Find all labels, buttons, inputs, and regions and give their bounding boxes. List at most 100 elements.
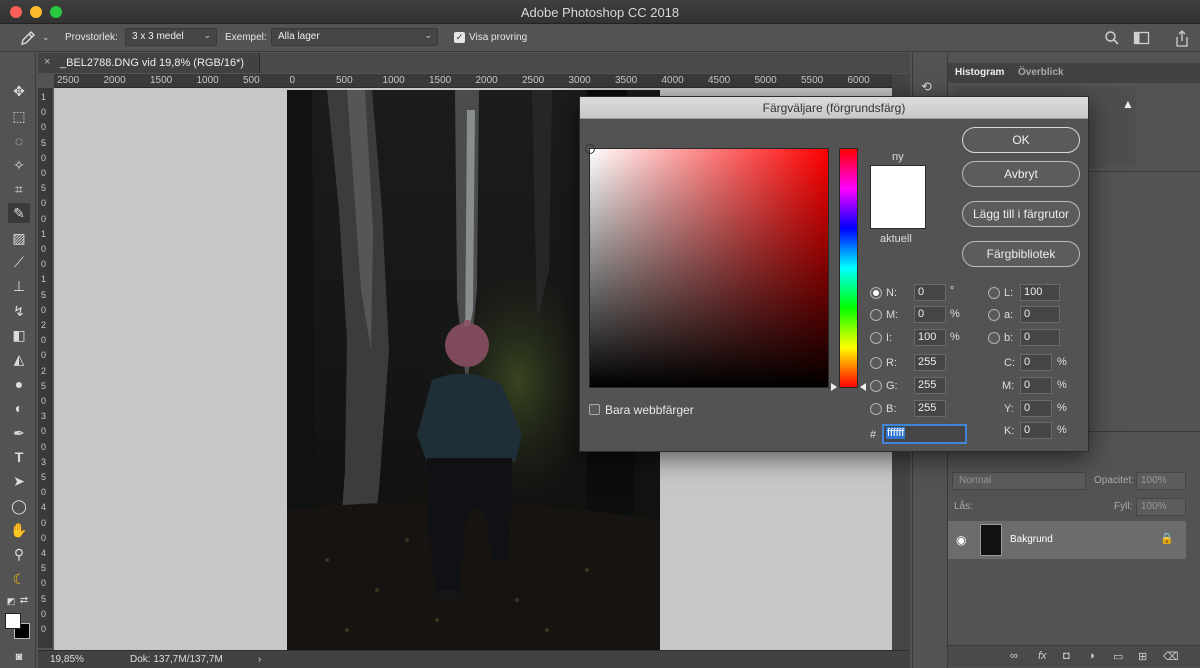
ruler-tick-label: 3000 bbox=[568, 75, 591, 86]
status-menu-arrow[interactable]: › bbox=[258, 654, 261, 665]
green-radio[interactable] bbox=[870, 380, 882, 392]
healing-brush-tool-icon[interactable]: ▨ bbox=[8, 228, 30, 248]
ruler-tick-label: 0 bbox=[41, 350, 47, 361]
path-selection-tool-icon[interactable]: ➤ bbox=[8, 471, 30, 491]
color-libraries-button[interactable]: Färgbibliotek bbox=[962, 241, 1080, 267]
warning-icon[interactable]: ▲ bbox=[1122, 97, 1134, 111]
add-to-swatches-button[interactable]: Lägg till i färgrutor bbox=[962, 201, 1080, 227]
black-input[interactable]: 0 bbox=[1020, 422, 1052, 439]
magic-wand-tool-icon[interactable]: ✧ bbox=[8, 155, 30, 175]
adjustment-layer-icon[interactable]: ◑ bbox=[1088, 650, 1095, 662]
quick-mask-icon[interactable]: ◙ bbox=[8, 647, 30, 667]
saturation-input[interactable]: 0 bbox=[914, 306, 946, 323]
hue-slider-left-arrow[interactable] bbox=[831, 383, 837, 391]
history-brush-tool-icon[interactable]: ↯ bbox=[8, 301, 30, 321]
fill-field[interactable]: 100% bbox=[1136, 498, 1186, 516]
lab-a-input[interactable]: 0 bbox=[1020, 306, 1060, 323]
eraser-tool-icon[interactable]: ◧ bbox=[8, 325, 30, 345]
brightness-input[interactable]: 100 bbox=[914, 329, 946, 346]
lock-icon[interactable]: 🔒 bbox=[1160, 532, 1174, 545]
vertical-ruler[interactable]: 1 0 0 5 0 0 5 0 0 1 0 0 1 5 0 2 0 0 2 5 0 3 0 0 3 5 0 4 0 0 4 5 0 5 0 0 bbox=[38, 88, 52, 648]
brightness-radio[interactable] bbox=[870, 332, 882, 344]
horizontal-ruler[interactable]: 2500 2000 1500 1000 500 0 500 1000 1500 2000 2500 3… bbox=[54, 74, 910, 88]
cancel-button[interactable]: Avbryt bbox=[962, 161, 1080, 187]
lab-l-input[interactable]: 100 bbox=[1020, 284, 1060, 301]
tab-histogram[interactable]: Histogram bbox=[955, 67, 1004, 78]
color-field-marker[interactable] bbox=[585, 144, 595, 154]
paint-bucket-tool-icon[interactable]: ◭ bbox=[8, 349, 30, 369]
clone-stamp-tool-icon[interactable]: ⊥ bbox=[8, 276, 30, 296]
pen-tool-icon[interactable]: ✒ bbox=[8, 423, 30, 443]
layer-style-icon[interactable]: fx bbox=[1038, 650, 1047, 662]
layer-row[interactable]: ◉ Bakgrund 🔒 bbox=[948, 521, 1186, 559]
lab-a-radio[interactable] bbox=[988, 309, 1000, 321]
search-icon[interactable] bbox=[1104, 30, 1120, 49]
blur-tool-icon[interactable]: ● bbox=[8, 374, 30, 394]
document-size-info[interactable]: Dok: 137,7M/137,7M bbox=[130, 654, 223, 665]
document-tab[interactable]: × _BEL2788.DNG vid 19,8% (RGB/16*) bbox=[38, 53, 260, 73]
eye-icon[interactable]: ◉ bbox=[956, 533, 966, 547]
tool-preset-chevron-down-icon[interactable]: ⌄ bbox=[42, 32, 50, 43]
blue-radio[interactable] bbox=[870, 403, 882, 415]
show-sampling-ring-checkbox[interactable]: ✓ bbox=[454, 32, 465, 43]
brightness-unit: % bbox=[950, 331, 960, 343]
workspace-icon[interactable] bbox=[1133, 30, 1151, 49]
magenta-input[interactable]: 0 bbox=[1020, 377, 1052, 394]
blue-input[interactable]: 255 bbox=[914, 400, 946, 417]
hue-radio[interactable] bbox=[870, 287, 882, 299]
current-color-swatch[interactable] bbox=[870, 197, 926, 229]
hue-slider-right-arrow[interactable] bbox=[860, 383, 866, 391]
brush-tool-icon[interactable]: ⟋ bbox=[8, 252, 30, 272]
close-icon[interactable]: × bbox=[44, 56, 50, 68]
link-layers-icon[interactable]: ∞ bbox=[1010, 650, 1018, 662]
type-tool-icon[interactable]: T bbox=[8, 447, 30, 467]
hue-slider[interactable] bbox=[839, 148, 858, 388]
tab-overview[interactable]: Överblick bbox=[1018, 67, 1064, 78]
saturation-radio[interactable] bbox=[870, 309, 882, 321]
web-colors-only-checkbox[interactable] bbox=[589, 404, 600, 415]
green-input[interactable]: 255 bbox=[914, 377, 946, 394]
ruler-tick-label: 5 bbox=[41, 380, 47, 391]
blend-mode-select[interactable]: Normal bbox=[952, 472, 1086, 490]
ok-button[interactable]: OK bbox=[962, 127, 1080, 153]
lab-l-radio[interactable] bbox=[988, 287, 1000, 299]
red-radio[interactable] bbox=[870, 357, 882, 369]
dodge-tool-icon[interactable]: ◐ bbox=[8, 398, 30, 418]
share-icon[interactable] bbox=[1174, 30, 1190, 51]
cyan-input[interactable]: 0 bbox=[1020, 354, 1052, 371]
hue-input[interactable]: 0 bbox=[914, 284, 946, 301]
ruler-tick-label: 0 bbox=[41, 517, 47, 528]
new-layer-icon[interactable]: ⊞ bbox=[1138, 650, 1147, 663]
crop-tool-icon[interactable]: ⌗ bbox=[8, 179, 30, 199]
lab-b-radio[interactable] bbox=[988, 332, 1000, 344]
ruler-tick-label: 3500 bbox=[615, 75, 638, 86]
banana-icon[interactable]: ☾ bbox=[8, 569, 30, 589]
ruler-tick-label: 0 bbox=[289, 75, 296, 86]
opacity-field[interactable]: 100% bbox=[1136, 472, 1186, 490]
ruler-tick-label: 1000 bbox=[196, 75, 219, 86]
zoom-level[interactable]: 19,85% bbox=[50, 654, 84, 665]
add-mask-icon[interactable]: ◘ bbox=[1063, 650, 1070, 662]
sample-size-select[interactable]: 3 x 3 medel ⌄ bbox=[125, 28, 217, 46]
swap-colors-icon[interactable]: ⇄ bbox=[17, 591, 31, 611]
saturation-brightness-field[interactable] bbox=[585, 144, 829, 388]
hex-input[interactable]: ffffff bbox=[883, 425, 966, 443]
yellow-input[interactable]: 0 bbox=[1020, 400, 1052, 417]
ellipse-tool-icon[interactable]: ◯ bbox=[8, 496, 30, 516]
red-input[interactable]: 255 bbox=[914, 354, 946, 371]
lab-b-input[interactable]: 0 bbox=[1020, 329, 1060, 346]
marquee-tool-icon[interactable]: ⬚ bbox=[8, 106, 30, 126]
zoom-tool-icon[interactable]: ⚲ bbox=[8, 544, 30, 564]
lasso-tool-icon[interactable]: ◌ bbox=[8, 131, 30, 151]
sample-layers-select[interactable]: Alla lager ⌄ bbox=[271, 28, 438, 46]
move-tool-icon[interactable]: ✥ bbox=[8, 81, 30, 101]
trash-icon[interactable]: ⌫ bbox=[1163, 650, 1179, 663]
eyedropper-tool-icon[interactable]: ✎ bbox=[8, 203, 30, 223]
foreground-color-swatch[interactable] bbox=[5, 613, 21, 629]
eyedropper-tool-preset-icon[interactable] bbox=[20, 30, 38, 46]
history-icon[interactable]: ⟲ bbox=[921, 79, 932, 95]
hand-tool-icon[interactable]: ✋ bbox=[8, 520, 30, 540]
default-colors-icon[interactable]: ◩ bbox=[4, 591, 18, 611]
layer-name: Bakgrund bbox=[1010, 534, 1053, 545]
new-group-icon[interactable]: ▭ bbox=[1113, 650, 1123, 663]
